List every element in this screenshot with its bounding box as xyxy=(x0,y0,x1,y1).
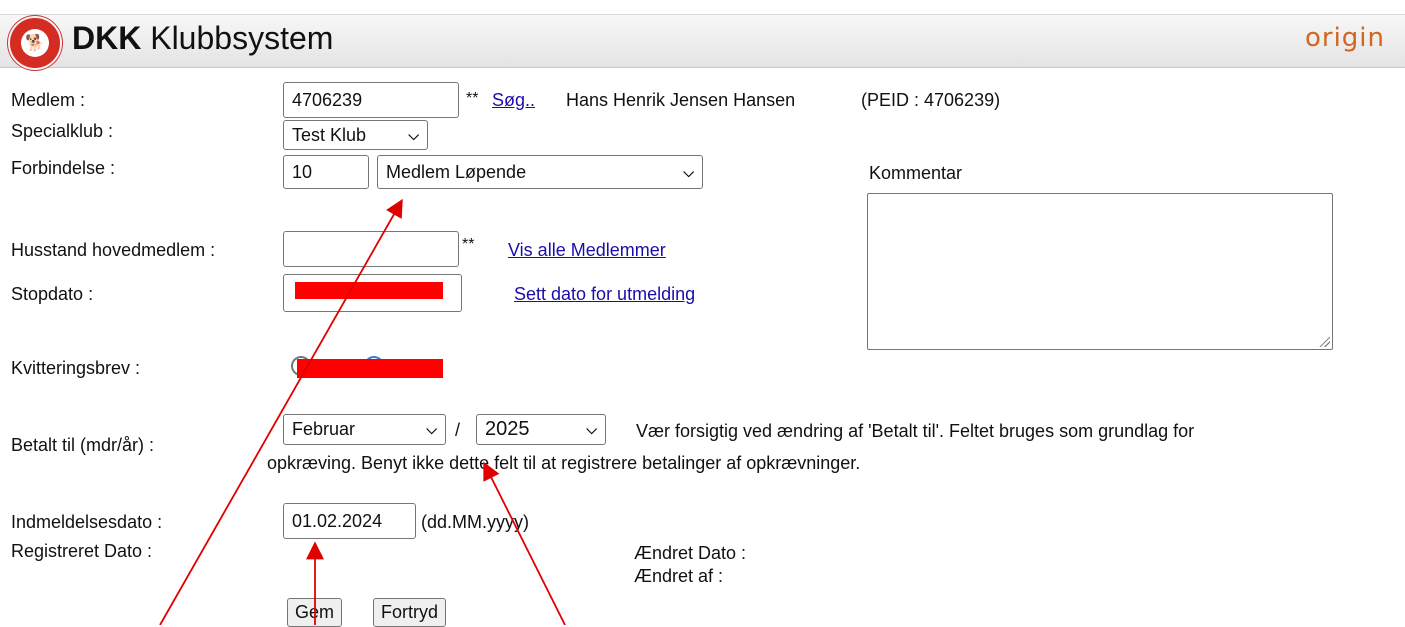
annotation-arrows xyxy=(159,198,566,625)
arrow-to-forbindelse xyxy=(159,198,403,625)
arrow-to-betalt-til xyxy=(483,461,566,625)
